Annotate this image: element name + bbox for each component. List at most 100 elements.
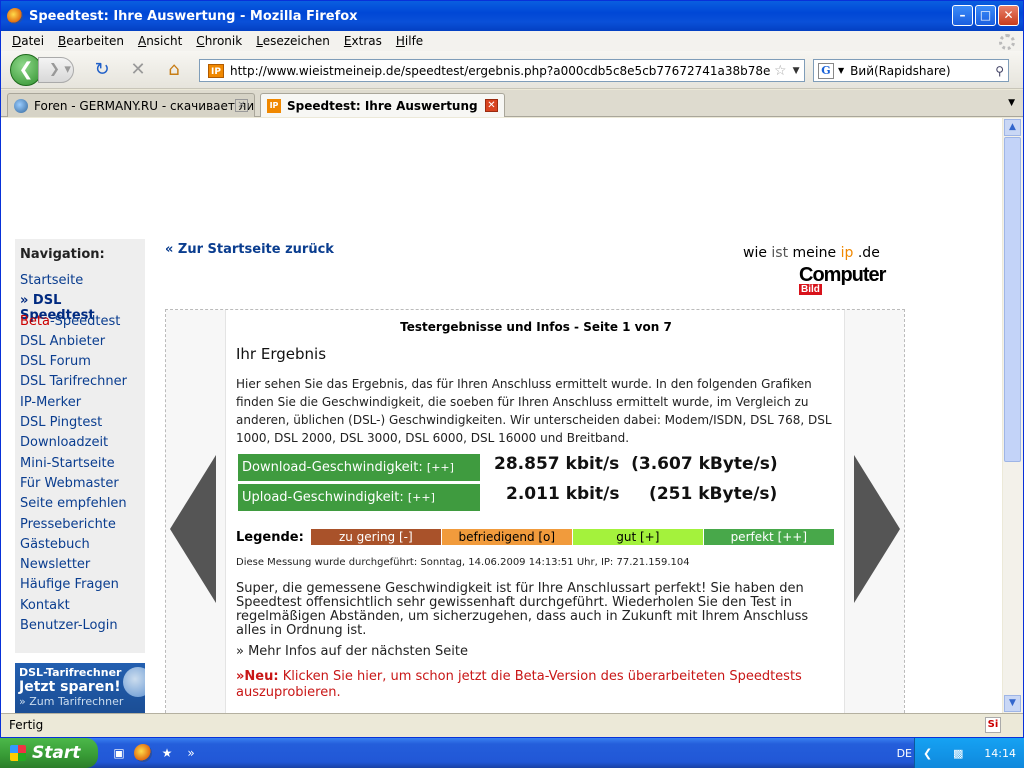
tab-label: Foren - GERMANY.RU - скачивает ли... <box>34 98 255 113</box>
logo-wie: wie <box>743 245 772 261</box>
firefox-quicklaunch-icon[interactable] <box>134 744 152 762</box>
url-input[interactable]: http://www.wieistmeineip.de/speedtest/er… <box>230 64 770 78</box>
menu-extras[interactable]: Extras <box>337 34 389 48</box>
reload-icon[interactable]: ↻ <box>90 58 114 82</box>
sidebar-item-dsl-tarifrechner[interactable]: DSL Tarifrechner <box>15 371 145 391</box>
input-language-indicator[interactable]: DE <box>897 747 912 760</box>
scroll-up-arrow-icon[interactable]: ▲ <box>1004 119 1021 136</box>
beta-notice-link[interactable]: »Neu: Klicken Sie hier, um schon jetzt d… <box>236 669 836 701</box>
logo-bild: Bild <box>799 284 822 295</box>
menu-bearbeiten[interactable]: Bearbeiten <box>51 34 131 48</box>
site-identity-icon[interactable]: IP <box>208 63 224 78</box>
status-bar: Fertig Si <box>1 713 1023 737</box>
sidebar-item-benutzer-login[interactable]: Benutzer-Login <box>15 615 145 635</box>
tab-speedtest[interactable]: IP Speedtest: Ihre Auswertung ✕ <box>260 93 505 117</box>
upload-row: Upload-Geschwindigkeit: [++] 2.011 kbit/… <box>238 484 838 512</box>
page-heading: Testergebnisse und Infos - Seite 1 von 7 <box>400 320 672 334</box>
addon-status-icon[interactable]: Si <box>985 717 1001 733</box>
app-quicklaunch-icon[interactable]: ★ <box>158 744 176 762</box>
firefox-window: Speedtest: Ihre Auswertung - Mozilla Fir… <box>0 0 1024 738</box>
sidebar-item-startseite[interactable]: Startseite <box>15 270 145 290</box>
menu-chronik[interactable]: Chronik <box>189 34 249 48</box>
tray-back-icon[interactable]: ❮ <box>923 747 932 760</box>
download-label-box: Download-Geschwindigkeit: [++] <box>238 454 480 481</box>
quick-launch: ▣ ★ » <box>110 744 200 762</box>
maximize-button[interactable]: □ <box>975 5 996 26</box>
tab-list-dropdown-icon[interactable]: ▼ <box>1008 98 1015 108</box>
sidebar-item-downloadzeit[interactable]: Downloadzeit <box>15 432 145 452</box>
more-info-link[interactable]: » Mehr Infos auf der nächsten Seite <box>236 644 836 659</box>
vertical-scrollbar[interactable]: ▲ ▼ <box>1003 118 1023 713</box>
home-icon[interactable]: ⌂ <box>162 58 186 82</box>
tab-close-icon[interactable]: ✕ <box>485 99 498 112</box>
show-desktop-icon[interactable]: ▣ <box>110 744 128 762</box>
sidebar-item-haeufige-fragen[interactable]: Häufige Fragen <box>15 574 145 594</box>
start-button[interactable]: Start <box>0 738 98 768</box>
sidebar-navigation: Navigation: Startseite » DSL Speedtest B… <box>15 239 145 653</box>
search-engine-dropdown-icon[interactable]: ▼ <box>838 66 844 75</box>
sidebar-item-kontakt[interactable]: Kontakt <box>15 595 145 615</box>
tarifrechner-promo-banner[interactable]: DSL-Tarifrechner Jetzt sparen! » Zum Tar… <box>15 663 145 713</box>
next-page-arrow-icon[interactable] <box>854 455 900 603</box>
url-bar[interactable]: IP http://www.wieistmeineip.de/speedtest… <box>199 59 805 82</box>
more-quicklaunch-icon[interactable]: » <box>182 744 200 762</box>
search-icon[interactable]: ⚲ <box>995 64 1004 78</box>
sidebar-heading: Navigation: <box>20 247 105 262</box>
legend-item-good: gut [+] <box>572 529 703 545</box>
download-rating: [++] <box>426 461 454 474</box>
start-label: Start <box>32 743 81 763</box>
sidebar-item-ip-merker[interactable]: IP-Merker <box>15 392 145 412</box>
logo-ip: ip <box>840 245 854 261</box>
next-column <box>844 310 904 713</box>
globe-favicon-icon <box>14 98 28 113</box>
sidebar-item-mini-startseite[interactable]: Mini-Startseite <box>15 453 145 473</box>
logo-ist: ist <box>771 245 789 261</box>
previous-page-arrow-icon[interactable] <box>170 455 216 603</box>
promo-link[interactable]: » Zum Tarifrechner <box>15 695 145 708</box>
upload-rating: [++] <box>407 491 435 504</box>
download-value: 28.857 kbit/s (3.607 kByte/s) <box>494 454 778 474</box>
tab-label: Speedtest: Ihre Auswertung <box>287 98 478 113</box>
sidebar-item-fuer-webmaster[interactable]: Für Webmaster <box>15 473 145 493</box>
sidebar-item-dsl-pingtest[interactable]: DSL Pingtest <box>15 412 145 432</box>
tab-close-icon[interactable]: ✕ <box>235 99 248 112</box>
beta-notice-prefix: »Neu: <box>236 669 279 684</box>
tab-foren[interactable]: Foren - GERMANY.RU - скачивает ли... ✕ <box>7 93 255 117</box>
url-dropdown-icon[interactable]: ▼ <box>793 66 800 76</box>
ip-favicon-icon: IP <box>267 98 281 113</box>
measurement-info: Diese Messung wurde durchgeführt: Sonnta… <box>236 557 690 568</box>
throbber-icon <box>999 34 1015 50</box>
search-bar[interactable]: G ▼ Вий(Rapidshare) ⚲ <box>813 59 1009 82</box>
google-search-engine-icon[interactable]: G <box>818 62 834 79</box>
legend-item-perfect: perfekt [++] <box>703 529 834 545</box>
minimize-button[interactable]: – <box>952 5 973 26</box>
clock[interactable]: 14:14 <box>984 747 1016 760</box>
sidebar-item-dsl-forum[interactable]: DSL Forum <box>15 351 145 371</box>
sidebar-item-dsl-speedtest[interactable]: » DSL Speedtest <box>15 290 145 323</box>
search-input[interactable]: Вий(Rapidshare) <box>850 64 950 78</box>
tray-network-icon[interactable]: ▩ <box>953 747 963 760</box>
menu-datei[interactable]: Datei <box>5 34 51 48</box>
scroll-down-arrow-icon[interactable]: ▼ <box>1004 695 1021 712</box>
close-button[interactable]: ✕ <box>998 5 1019 26</box>
sidebar-item-gaestebuch[interactable]: Gästebuch <box>15 534 145 554</box>
sidebar-item-newsletter[interactable]: Newsletter <box>15 554 145 574</box>
sidebar-item-seite-empfehlen[interactable]: Seite empfehlen <box>15 493 145 513</box>
back-to-start-link[interactable]: « Zur Startseite zurück <box>165 242 334 257</box>
menu-hilfe[interactable]: Hilfe <box>389 34 430 48</box>
bookmark-star-icon[interactable]: ☆ <box>774 63 787 79</box>
wieistmeineip-logo[interactable]: wie ist meine ip .de <box>743 245 880 261</box>
sidebar-item-presseberichte[interactable]: Presseberichte <box>15 514 145 534</box>
sidebar-item-beta-speedtest[interactable]: Beta-Speedtest <box>15 311 145 331</box>
menu-ansicht[interactable]: Ansicht <box>131 34 189 48</box>
tab-bar: Foren - GERMANY.RU - скачивает ли... ✕ I… <box>1 90 1023 117</box>
stop-icon[interactable]: ✕ <box>126 58 150 82</box>
download-label: Download-Geschwindigkeit: <box>242 460 423 475</box>
sidebar-item-dsl-anbieter[interactable]: DSL Anbieter <box>15 331 145 351</box>
computerbild-logo[interactable]: Computer Bild <box>799 264 886 308</box>
title-bar[interactable]: Speedtest: Ihre Auswertung - Mozilla Fir… <box>1 1 1023 31</box>
scrollbar-thumb[interactable] <box>1004 137 1021 462</box>
legend-item-low: zu gering [-] <box>310 529 441 545</box>
forward-button[interactable]: ❯ ▾ <box>38 56 74 83</box>
menu-lesezeichen[interactable]: Lesezeichen <box>249 34 337 48</box>
